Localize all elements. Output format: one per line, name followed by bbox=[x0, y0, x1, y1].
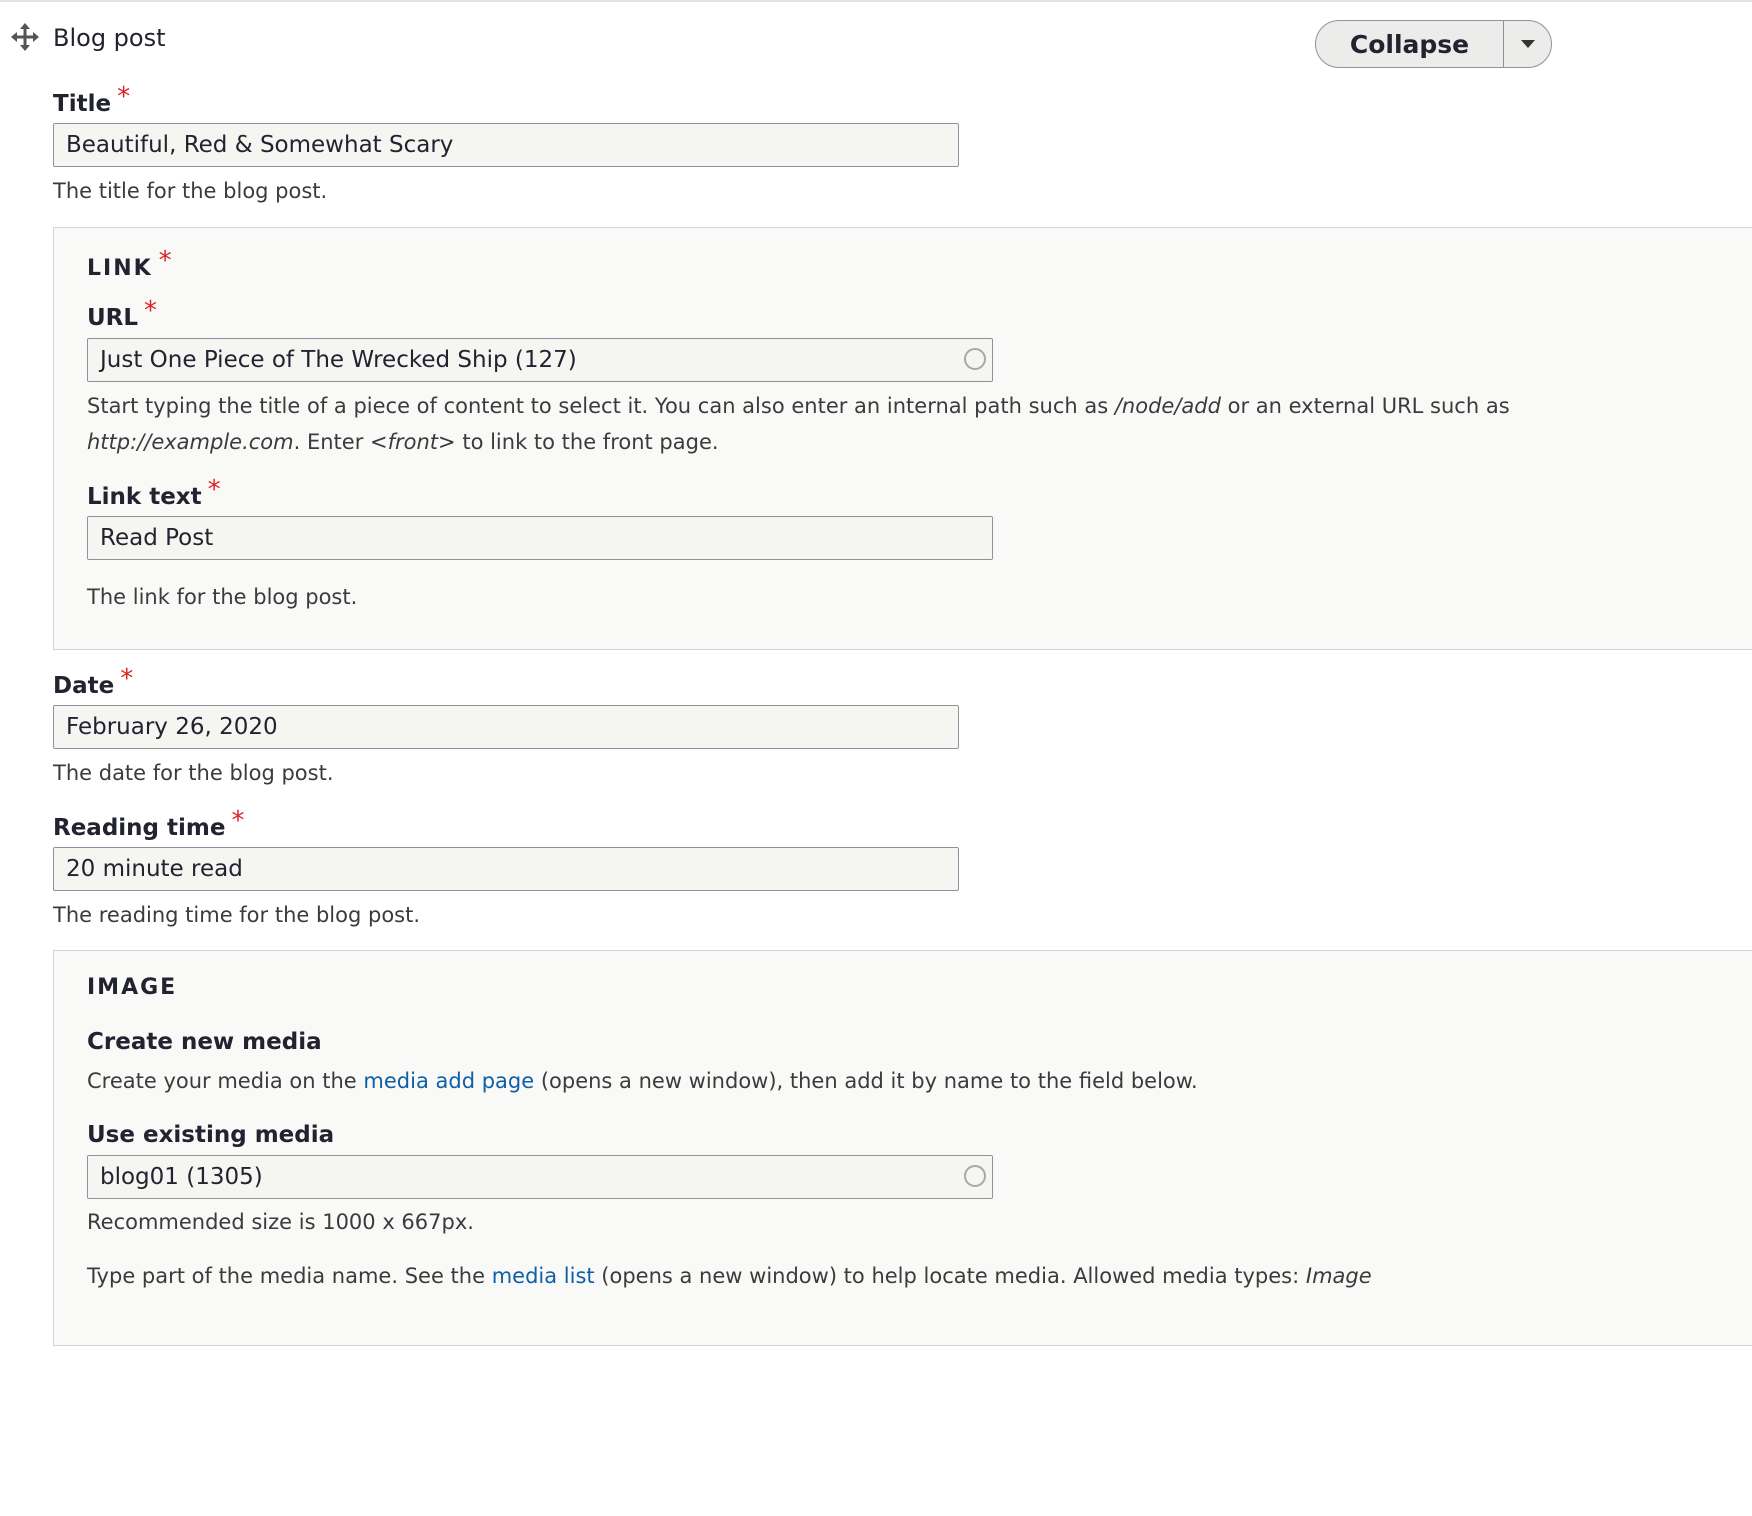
create-media-description: Create your media on the media add page … bbox=[87, 1063, 1198, 1099]
media-help-text: Type part of the media name. See the med… bbox=[87, 1258, 1372, 1294]
autocomplete-throbber-icon bbox=[964, 1165, 986, 1187]
chevron-down-icon bbox=[1520, 40, 1535, 48]
url-desc-part: . Enter bbox=[293, 430, 371, 454]
move-icon[interactable] bbox=[10, 22, 40, 52]
existing-media-label: Use existing media bbox=[87, 1122, 335, 1148]
url-desc-path: /node/add bbox=[1114, 394, 1221, 418]
date-label-text: Date bbox=[53, 673, 115, 699]
recommended-size-note: Recommended size is 1000 x 667px. bbox=[87, 1210, 474, 1234]
date-input[interactable]: February 26, 2020 bbox=[53, 705, 959, 749]
create-desc-part: Create your media on the bbox=[87, 1069, 364, 1093]
url-description: Start typing the title of a piece of con… bbox=[87, 388, 1527, 460]
allowed-media-types: Image bbox=[1305, 1264, 1372, 1288]
media-add-page-link[interactable]: media add page bbox=[363, 1069, 534, 1093]
title-label: Title * bbox=[53, 82, 130, 119]
collapse-button-group: Collapse bbox=[1315, 20, 1552, 68]
date-input-value: February 26, 2020 bbox=[66, 714, 278, 740]
paragraph-title: Blog post bbox=[53, 24, 166, 52]
required-marker: * bbox=[158, 246, 172, 276]
url-desc-part: or an external URL such as bbox=[1220, 394, 1510, 418]
image-legend: IMAGE bbox=[87, 975, 178, 1000]
date-description: The date for the blog post. bbox=[53, 761, 334, 785]
reading-time-label-text: Reading time bbox=[53, 815, 226, 841]
link-text-label-text: Link text bbox=[87, 484, 202, 510]
link-legend: LINK * bbox=[87, 246, 172, 282]
required-marker: * bbox=[144, 296, 158, 326]
title-description: The title for the blog post. bbox=[53, 179, 328, 203]
url-desc-example: http://example.com bbox=[87, 430, 294, 454]
required-marker: * bbox=[231, 806, 245, 836]
link-text-label: Link text * bbox=[87, 475, 221, 512]
url-desc-part: Start typing the title of a piece of con… bbox=[87, 394, 1115, 418]
create-desc-part: (opens a new window), then add it by nam… bbox=[534, 1069, 1198, 1093]
collapse-button[interactable]: Collapse bbox=[1316, 21, 1504, 67]
link-text-input-value: Read Post bbox=[100, 525, 214, 551]
title-label-text: Title bbox=[53, 91, 112, 117]
url-input-value: Just One Piece of The Wrecked Ship (127) bbox=[100, 347, 577, 373]
help-desc-part: (opens a new window) to help locate medi… bbox=[594, 1264, 1306, 1288]
url-autocomplete-input[interactable]: Just One Piece of The Wrecked Ship (127) bbox=[87, 338, 993, 382]
url-desc-part: to link to the front page. bbox=[455, 430, 719, 454]
date-label: Date * bbox=[53, 664, 133, 701]
reading-time-description: The reading time for the blog post. bbox=[53, 903, 421, 927]
operations-dropdown-toggle[interactable] bbox=[1504, 21, 1551, 67]
url-label-text: URL bbox=[87, 305, 139, 331]
link-legend-text: LINK bbox=[87, 256, 153, 281]
required-marker: * bbox=[120, 664, 134, 694]
link-text-input[interactable]: Read Post bbox=[87, 516, 993, 560]
title-input[interactable]: Beautiful, Red & Somewhat Scary bbox=[53, 123, 959, 167]
existing-media-input-value: blog01 (1305) bbox=[100, 1164, 263, 1190]
help-desc-part: Type part of the media name. See the bbox=[87, 1264, 492, 1288]
top-divider bbox=[0, 0, 1752, 2]
url-desc-front: <front> bbox=[370, 430, 456, 454]
link-description: The link for the blog post. bbox=[87, 585, 358, 609]
required-marker: * bbox=[117, 82, 131, 112]
title-input-value: Beautiful, Red & Somewhat Scary bbox=[66, 132, 454, 158]
reading-time-label: Reading time * bbox=[53, 806, 244, 843]
url-label: URL * bbox=[87, 296, 157, 333]
reading-time-input[interactable]: 20 minute read bbox=[53, 847, 959, 891]
existing-media-autocomplete-input[interactable]: blog01 (1305) bbox=[87, 1155, 993, 1199]
media-list-link[interactable]: media list bbox=[492, 1264, 595, 1288]
required-marker: * bbox=[207, 475, 221, 505]
reading-time-input-value: 20 minute read bbox=[66, 856, 243, 882]
create-media-heading: Create new media bbox=[87, 1029, 322, 1055]
autocomplete-throbber-icon bbox=[964, 348, 986, 370]
